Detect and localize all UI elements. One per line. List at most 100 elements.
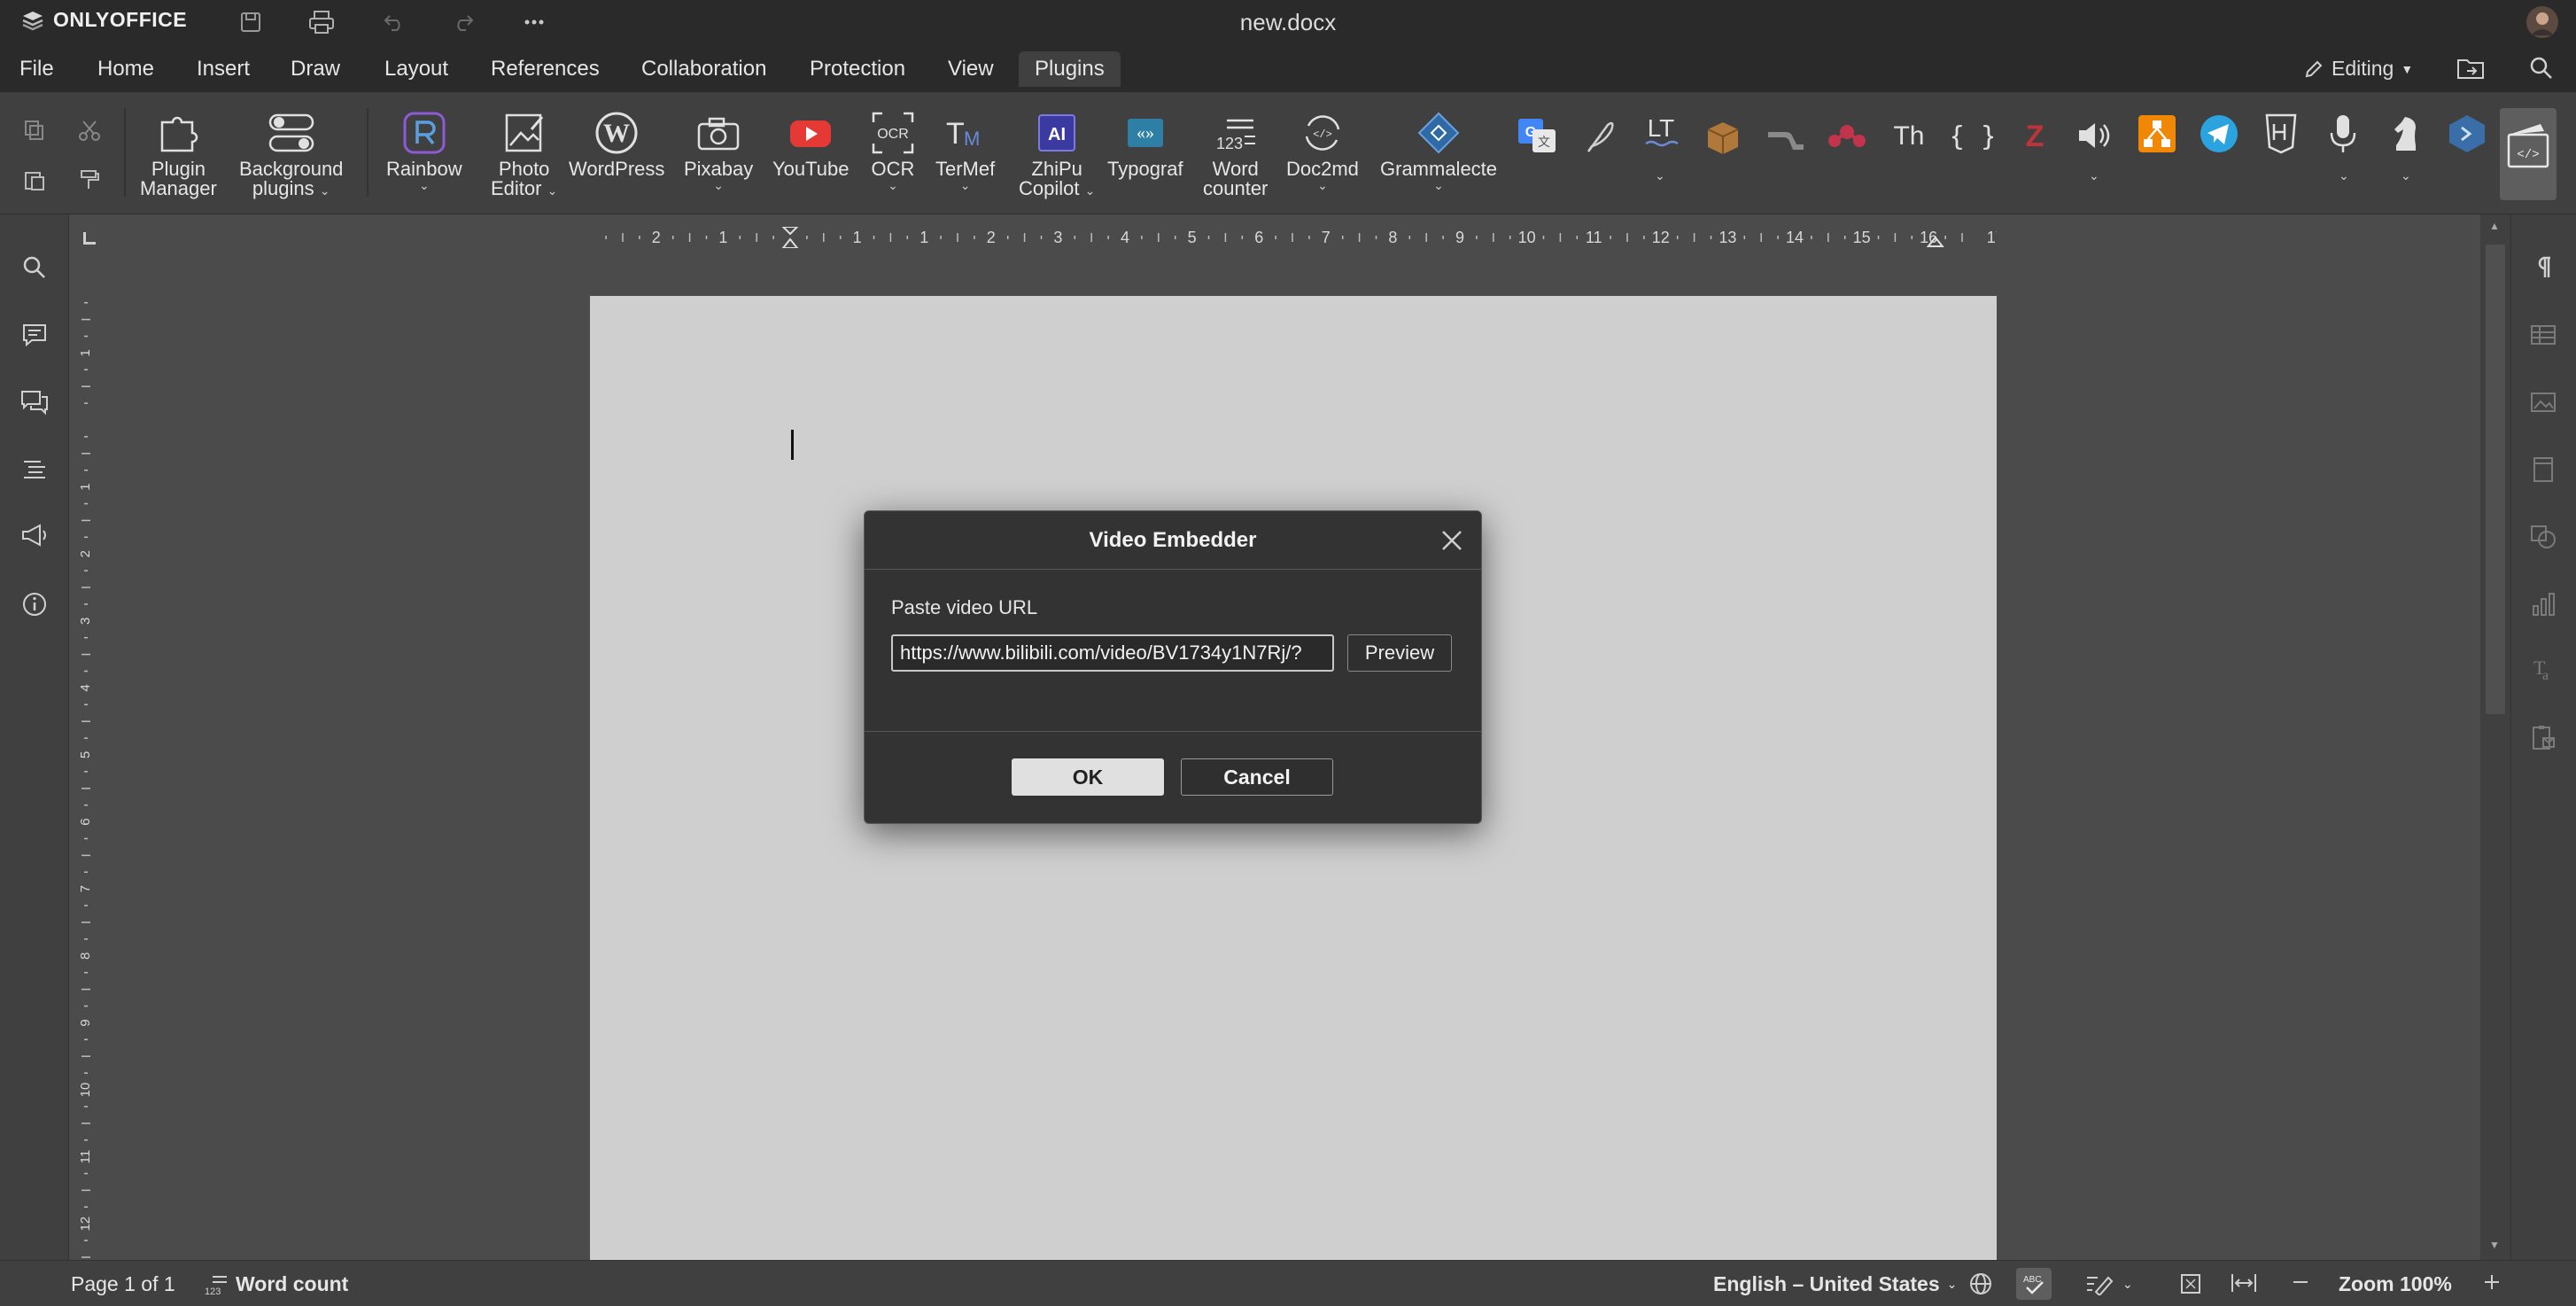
- tab-view[interactable]: View: [932, 51, 1010, 87]
- editing-mode-dropdown[interactable]: Editing ▼: [2303, 57, 2413, 81]
- mendeley-icon[interactable]: [1825, 113, 1869, 158]
- word-counter-button[interactable]: 123 Word counter: [1203, 108, 1268, 198]
- word-count-icon: 123: [205, 1275, 227, 1296]
- image-settings-icon[interactable]: [2526, 385, 2561, 420]
- tab-home[interactable]: Home: [81, 51, 170, 87]
- languagetool-icon[interactable]: LT: [1639, 110, 1683, 154]
- vertical-ruler[interactable]: 1123456789101112: [76, 296, 96, 1260]
- find-icon[interactable]: [17, 250, 52, 285]
- close-icon[interactable]: [1440, 529, 1463, 552]
- shape-settings-icon[interactable]: [2526, 519, 2561, 555]
- feedback-icon[interactable]: [17, 517, 52, 553]
- language-selector[interactable]: English – United States ⌄: [1713, 1272, 1957, 1296]
- zoom-in-icon[interactable]: [2482, 1272, 2502, 1292]
- tab-layout[interactable]: Layout: [369, 51, 464, 87]
- google-translate-icon[interactable]: G文: [1515, 113, 1559, 158]
- zhipu-copilot-button[interactable]: AI ZhiPu Copilot ⌄: [1019, 108, 1095, 198]
- pipe-icon[interactable]: [1763, 113, 1807, 158]
- search-icon[interactable]: [2526, 53, 2557, 83]
- doc2md-plugin-button[interactable]: </> Doc2md ⌄: [1286, 108, 1359, 191]
- format-painter-icon[interactable]: [67, 158, 112, 202]
- paste-icon[interactable]: [12, 158, 57, 202]
- ok-button[interactable]: OK: [1012, 758, 1164, 796]
- ruler-label: 2: [78, 550, 93, 557]
- chess-knight-icon[interactable]: [2383, 112, 2427, 156]
- drawio-icon[interactable]: [2135, 112, 2179, 156]
- more-options-icon[interactable]: [519, 7, 549, 37]
- tab-file[interactable]: File: [4, 51, 70, 87]
- tab-protection[interactable]: Protection: [794, 51, 921, 87]
- chart-settings-icon[interactable]: [2526, 587, 2561, 622]
- mail-merge-settings-icon[interactable]: [2526, 719, 2561, 755]
- html-icon[interactable]: [2259, 112, 2303, 156]
- user-avatar[interactable]: [2525, 4, 2560, 40]
- table-settings-icon[interactable]: [2526, 317, 2561, 353]
- tab-selector-icon[interactable]: [83, 232, 96, 245]
- cancel-button[interactable]: Cancel: [1181, 758, 1333, 796]
- youtube-plugin-button[interactable]: YouTube: [772, 108, 849, 179]
- spell-check-icon[interactable]: ABC: [2016, 1268, 2052, 1300]
- ocr-plugin-button[interactable]: OCR OCR ⌄: [868, 108, 918, 191]
- print-icon[interactable]: [306, 7, 337, 37]
- track-changes-icon[interactable]: ⌄: [2085, 1272, 2133, 1295]
- page-indicator[interactable]: Page 1 of 1: [71, 1272, 175, 1296]
- thesaurus-icon[interactable]: Th: [1887, 113, 1931, 158]
- termef-plugin-button[interactable]: TM TerMef ⌄: [935, 108, 995, 191]
- open-file-location-icon[interactable]: [2456, 53, 2486, 83]
- feather-icon[interactable]: [1577, 113, 1621, 158]
- background-plugins-button[interactable]: Background plugins ⌄: [239, 108, 343, 198]
- chevron-down-icon[interactable]: ⌄: [2339, 168, 2349, 183]
- tab-collaboration[interactable]: Collaboration: [625, 51, 782, 87]
- tab-references[interactable]: References: [475, 51, 616, 87]
- save-icon[interactable]: [236, 7, 266, 37]
- preview-button[interactable]: Preview: [1347, 634, 1452, 672]
- chevron-down-icon[interactable]: ⌄: [2401, 168, 2411, 183]
- telegram-icon[interactable]: [2197, 112, 2241, 156]
- typograf-plugin-button[interactable]: «» Typograf: [1107, 108, 1183, 179]
- fit-page-icon[interactable]: [2179, 1272, 2202, 1295]
- comments-icon[interactable]: [17, 317, 52, 353]
- word-count-button[interactable]: 123 Word count: [204, 1272, 348, 1296]
- video-url-input[interactable]: [891, 634, 1334, 672]
- tab-plugins[interactable]: Plugins: [1019, 51, 1121, 87]
- tab-draw[interactable]: Draw: [275, 51, 356, 87]
- cut-icon[interactable]: [67, 108, 112, 152]
- copy-icon[interactable]: [12, 108, 57, 152]
- zotero-icon[interactable]: Z: [2013, 113, 2057, 158]
- scroll-up-icon[interactable]: ▲: [2489, 220, 2500, 232]
- wordpress-plugin-button[interactable]: W WordPress: [569, 108, 664, 179]
- box-icon[interactable]: [1701, 113, 1745, 158]
- speech-icon[interactable]: [2073, 113, 2117, 158]
- grammalecte-plugin-button[interactable]: Grammalecte ⌄: [1380, 108, 1497, 191]
- pixabay-plugin-button[interactable]: Pixabay ⌄: [684, 108, 753, 191]
- ruler-label: 12: [1652, 229, 1670, 246]
- header-footer-settings-icon[interactable]: [2526, 452, 2561, 487]
- redo-icon[interactable]: [448, 7, 478, 37]
- code-braces-icon[interactable]: { }: [1951, 113, 1995, 158]
- chevron-down-icon[interactable]: ⌄: [1655, 168, 1665, 183]
- tab-insert[interactable]: Insert: [181, 51, 266, 87]
- chat-icon[interactable]: [17, 385, 52, 420]
- microphone-icon[interactable]: [2321, 112, 2365, 156]
- photo-editor-button[interactable]: Photo Editor ⌄: [491, 108, 557, 198]
- paragraph-settings-icon[interactable]: [2526, 250, 2561, 285]
- vertical-scrollbar[interactable]: ▲ ▼: [2480, 214, 2510, 1260]
- zoom-level[interactable]: Zoom 100%: [2339, 1272, 2452, 1296]
- globe-icon[interactable]: [1968, 1271, 1993, 1296]
- scrollbar-thumb[interactable]: [2486, 245, 2505, 714]
- zoom-out-icon[interactable]: [2291, 1272, 2310, 1292]
- doc2md-icon: </>: [1298, 108, 1347, 158]
- plugin-manager-button[interactable]: Plugin Manager: [140, 108, 217, 198]
- chevron-down-icon[interactable]: ⌄: [2089, 168, 2099, 183]
- rainbow-icon: [400, 108, 449, 158]
- video-embedder-button[interactable]: </>: [2500, 108, 2557, 200]
- navigation-icon[interactable]: [17, 452, 52, 487]
- code-plugin-icon[interactable]: [2445, 112, 2489, 156]
- undo-icon[interactable]: [379, 7, 409, 37]
- rainbow-plugin-button[interactable]: Rainbow ⌄: [386, 108, 462, 191]
- horizontal-ruler[interactable]: 2111234567891011121314151617: [590, 227, 1997, 248]
- fit-width-icon[interactable]: [2231, 1272, 2257, 1294]
- text-art-settings-icon[interactable]: Ta: [2526, 652, 2561, 688]
- scroll-down-icon[interactable]: ▼: [2489, 1239, 2500, 1251]
- info-icon[interactable]: [17, 587, 52, 622]
